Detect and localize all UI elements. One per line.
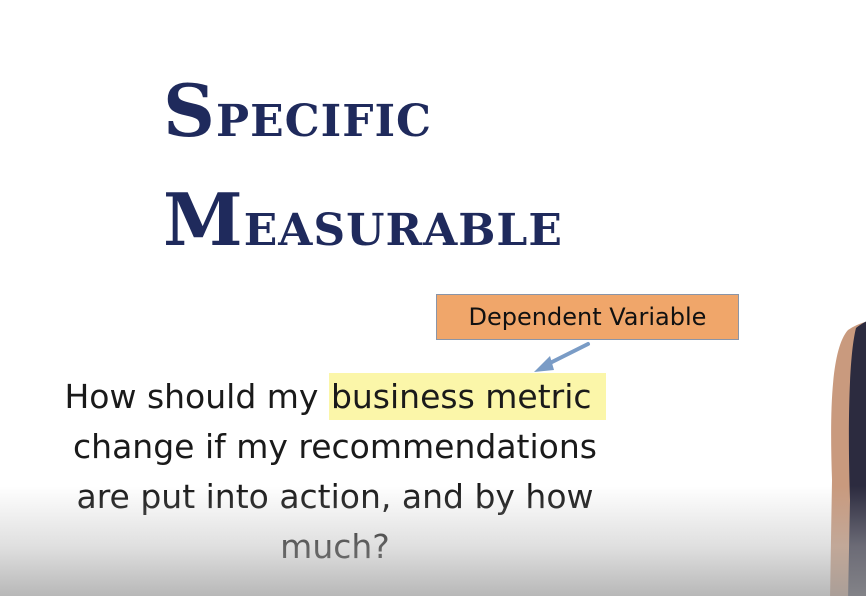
heading-specific-initial: S <box>163 68 216 153</box>
heading-specific: SPECIFIC <box>163 75 432 147</box>
question-line-4: much? <box>280 527 390 566</box>
highlighted-business-metric: business metric <box>328 373 606 420</box>
question-line-1-prefix: How should my <box>64 377 329 416</box>
heading-measurable: MEASURABLE <box>163 184 563 256</box>
question-line-2: change if my recommendations <box>73 427 597 466</box>
heading-specific-rest: PECIFIC <box>216 96 433 147</box>
question-text: How should my business metric change if … <box>40 372 630 572</box>
video-frame: SPECIFIC MEASURABLE Dependent Variable H… <box>0 0 866 596</box>
dependent-variable-callout: Dependent Variable <box>436 294 739 340</box>
heading-measurable-initial: M <box>163 177 244 262</box>
question-line-1: How should my business metric <box>40 372 630 422</box>
question-line-3: are put into action, and by how <box>76 477 594 516</box>
heading-measurable-rest: EASURABLE <box>243 205 563 256</box>
presenter-image <box>830 321 866 596</box>
